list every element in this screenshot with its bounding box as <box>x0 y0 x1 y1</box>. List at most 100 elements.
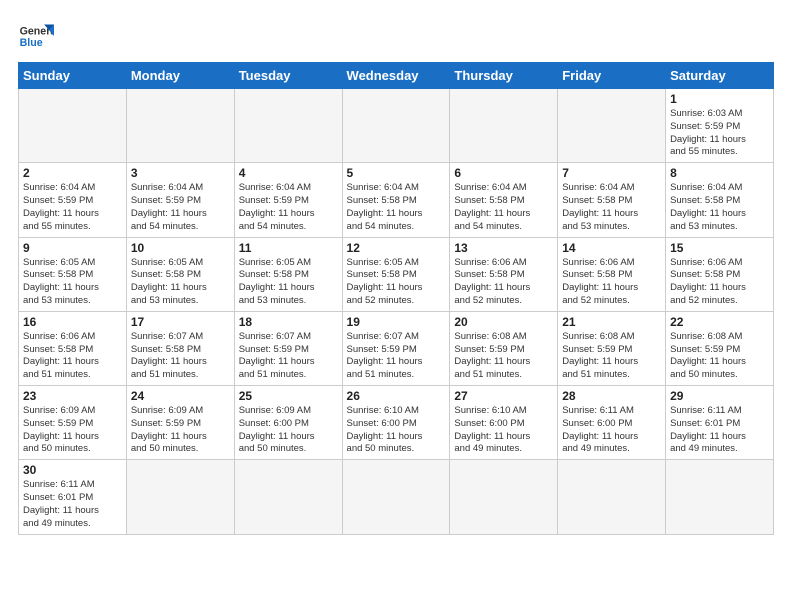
weekday-wednesday: Wednesday <box>342 63 450 89</box>
calendar-day-cell: 29 Sunrise: 6:11 AM Sunset: 6:01 PM Dayli… <box>666 386 774 460</box>
calendar-day-cell <box>126 89 234 163</box>
calendar-day-cell <box>342 89 450 163</box>
day-info: Sunrise: 6:09 AM Sunset: 5:59 PM Dayligh… <box>131 405 230 456</box>
calendar-day-cell <box>342 460 450 534</box>
day-info: Sunrise: 6:11 AM Sunset: 6:01 PM Dayligh… <box>670 405 769 456</box>
calendar-day-cell: 16Sunrise: 6:06 AM Sunset: 5:58 PM Dayli… <box>19 311 127 385</box>
day-info: Sunrise: 6:07 AM Sunset: 5:59 PM Dayligh… <box>239 331 338 382</box>
day-info: Sunrise: 6:04 AM Sunset: 5:59 PM Dayligh… <box>239 182 338 233</box>
calendar-day-cell <box>666 460 774 534</box>
day-number: 13 <box>454 241 553 255</box>
weekday-saturday: Saturday <box>666 63 774 89</box>
calendar-day-cell: 2 Sunrise: 6:04 AM Sunset: 5:59 PM Daylig… <box>19 163 127 237</box>
weekday-thursday: Thursday <box>450 63 558 89</box>
day-info: Sunrise: 6:05 AM Sunset: 5:58 PM Dayligh… <box>239 257 338 308</box>
calendar-day-cell: 11Sunrise: 6:05 AM Sunset: 5:58 PM Dayli… <box>234 237 342 311</box>
day-number: 9 <box>23 241 122 255</box>
weekday-friday: Friday <box>558 63 666 89</box>
day-number: 30 <box>23 463 122 477</box>
day-number: 10 <box>131 241 230 255</box>
day-number: 22 <box>670 315 769 329</box>
day-number: 5 <box>347 166 446 180</box>
day-info: Sunrise: 6:03 AM Sunset: 5:59 PM Dayligh… <box>670 108 769 159</box>
calendar-day-cell: 12 Sunrise: 6:05 AM Sunset: 5:58 PM Dayli… <box>342 237 450 311</box>
svg-text:Blue: Blue <box>20 37 43 49</box>
day-number: 2 <box>23 166 122 180</box>
calendar-day-cell: 9 Sunrise: 6:05 AM Sunset: 5:58 PM Daylig… <box>19 237 127 311</box>
day-number: 12 <box>347 241 446 255</box>
day-info: Sunrise: 6:05 AM Sunset: 5:58 PM Dayligh… <box>23 257 122 308</box>
day-number: 29 <box>670 389 769 403</box>
weekday-tuesday: Tuesday <box>234 63 342 89</box>
calendar-day-cell: 10 Sunrise: 6:05 AM Sunset: 5:58 PM Dayli… <box>126 237 234 311</box>
calendar-day-cell: 25 Sunrise: 6:09 AM Sunset: 6:00 PM Dayli… <box>234 386 342 460</box>
page: General Blue SundayMondayTuesdayWednesda… <box>0 0 792 545</box>
weekday-header-row: SundayMondayTuesdayWednesdayThursdayFrid… <box>19 63 774 89</box>
day-info: Sunrise: 6:09 AM Sunset: 6:00 PM Dayligh… <box>239 405 338 456</box>
day-number: 26 <box>347 389 446 403</box>
day-number: 15 <box>670 241 769 255</box>
day-number: 28 <box>562 389 661 403</box>
calendar-week-row: 30 Sunrise: 6:11 AM Sunset: 6:01 PM Dayli… <box>19 460 774 534</box>
calendar-day-cell: 23Sunrise: 6:09 AM Sunset: 5:59 PM Dayli… <box>19 386 127 460</box>
calendar-week-row: 9 Sunrise: 6:05 AM Sunset: 5:58 PM Daylig… <box>19 237 774 311</box>
day-info: Sunrise: 6:04 AM Sunset: 5:59 PM Dayligh… <box>131 182 230 233</box>
day-number: 18 <box>239 315 338 329</box>
calendar-day-cell: 21Sunrise: 6:08 AM Sunset: 5:59 PM Dayli… <box>558 311 666 385</box>
day-number: 25 <box>239 389 338 403</box>
calendar-day-cell: 3 Sunrise: 6:04 AM Sunset: 5:59 PM Daylig… <box>126 163 234 237</box>
calendar-day-cell: 30 Sunrise: 6:11 AM Sunset: 6:01 PM Dayli… <box>19 460 127 534</box>
calendar-day-cell <box>234 460 342 534</box>
day-info: Sunrise: 6:10 AM Sunset: 6:00 PM Dayligh… <box>454 405 553 456</box>
day-info: Sunrise: 6:04 AM Sunset: 5:58 PM Dayligh… <box>347 182 446 233</box>
day-number: 24 <box>131 389 230 403</box>
day-info: Sunrise: 6:04 AM Sunset: 5:58 PM Dayligh… <box>670 182 769 233</box>
day-info: Sunrise: 6:11 AM Sunset: 6:00 PM Dayligh… <box>562 405 661 456</box>
calendar-day-cell: 15 Sunrise: 6:06 AM Sunset: 5:58 PM Dayli… <box>666 237 774 311</box>
calendar-day-cell <box>558 89 666 163</box>
day-info: Sunrise: 6:06 AM Sunset: 5:58 PM Dayligh… <box>670 257 769 308</box>
logo: General Blue <box>18 18 54 54</box>
day-number: 6 <box>454 166 553 180</box>
calendar-day-cell: 4 Sunrise: 6:04 AM Sunset: 5:59 PM Daylig… <box>234 163 342 237</box>
calendar-day-cell: 19 Sunrise: 6:07 AM Sunset: 5:59 PM Dayli… <box>342 311 450 385</box>
calendar-day-cell: 22 Sunrise: 6:08 AM Sunset: 5:59 PM Dayli… <box>666 311 774 385</box>
day-info: Sunrise: 6:04 AM Sunset: 5:59 PM Dayligh… <box>23 182 122 233</box>
day-info: Sunrise: 6:06 AM Sunset: 5:58 PM Dayligh… <box>454 257 553 308</box>
day-info: Sunrise: 6:05 AM Sunset: 5:58 PM Dayligh… <box>131 257 230 308</box>
day-number: 1 <box>670 92 769 106</box>
day-number: 4 <box>239 166 338 180</box>
calendar-day-cell <box>234 89 342 163</box>
generalblue-icon: General Blue <box>18 18 54 54</box>
header: General Blue <box>18 18 774 54</box>
day-info: Sunrise: 6:11 AM Sunset: 6:01 PM Dayligh… <box>23 479 122 530</box>
calendar-day-cell: 24 Sunrise: 6:09 AM Sunset: 5:59 PM Dayli… <box>126 386 234 460</box>
day-info: Sunrise: 6:08 AM Sunset: 5:59 PM Dayligh… <box>670 331 769 382</box>
calendar-day-cell: 27Sunrise: 6:10 AM Sunset: 6:00 PM Dayli… <box>450 386 558 460</box>
day-number: 8 <box>670 166 769 180</box>
day-info: Sunrise: 6:09 AM Sunset: 5:59 PM Dayligh… <box>23 405 122 456</box>
calendar-day-cell: 14Sunrise: 6:06 AM Sunset: 5:58 PM Dayli… <box>558 237 666 311</box>
calendar-day-cell: 8 Sunrise: 6:04 AM Sunset: 5:58 PM Daylig… <box>666 163 774 237</box>
day-info: Sunrise: 6:04 AM Sunset: 5:58 PM Dayligh… <box>562 182 661 233</box>
day-info: Sunrise: 6:08 AM Sunset: 5:59 PM Dayligh… <box>454 331 553 382</box>
calendar: SundayMondayTuesdayWednesdayThursdayFrid… <box>18 62 774 535</box>
calendar-week-row: 23Sunrise: 6:09 AM Sunset: 5:59 PM Dayli… <box>19 386 774 460</box>
day-info: Sunrise: 6:10 AM Sunset: 6:00 PM Dayligh… <box>347 405 446 456</box>
day-number: 3 <box>131 166 230 180</box>
calendar-day-cell: 26 Sunrise: 6:10 AM Sunset: 6:00 PM Dayli… <box>342 386 450 460</box>
day-info: Sunrise: 6:06 AM Sunset: 5:58 PM Dayligh… <box>23 331 122 382</box>
weekday-monday: Monday <box>126 63 234 89</box>
calendar-day-cell: 20Sunrise: 6:08 AM Sunset: 5:59 PM Dayli… <box>450 311 558 385</box>
day-number: 7 <box>562 166 661 180</box>
day-info: Sunrise: 6:04 AM Sunset: 5:58 PM Dayligh… <box>454 182 553 233</box>
day-info: Sunrise: 6:06 AM Sunset: 5:58 PM Dayligh… <box>562 257 661 308</box>
day-info: Sunrise: 6:05 AM Sunset: 5:58 PM Dayligh… <box>347 257 446 308</box>
calendar-day-cell: 7 Sunrise: 6:04 AM Sunset: 5:58 PM Daylig… <box>558 163 666 237</box>
day-info: Sunrise: 6:07 AM Sunset: 5:59 PM Dayligh… <box>347 331 446 382</box>
calendar-day-cell: 5 Sunrise: 6:04 AM Sunset: 5:58 PM Daylig… <box>342 163 450 237</box>
calendar-day-cell: 28 Sunrise: 6:11 AM Sunset: 6:00 PM Dayli… <box>558 386 666 460</box>
calendar-day-cell <box>450 89 558 163</box>
day-number: 19 <box>347 315 446 329</box>
calendar-day-cell <box>558 460 666 534</box>
